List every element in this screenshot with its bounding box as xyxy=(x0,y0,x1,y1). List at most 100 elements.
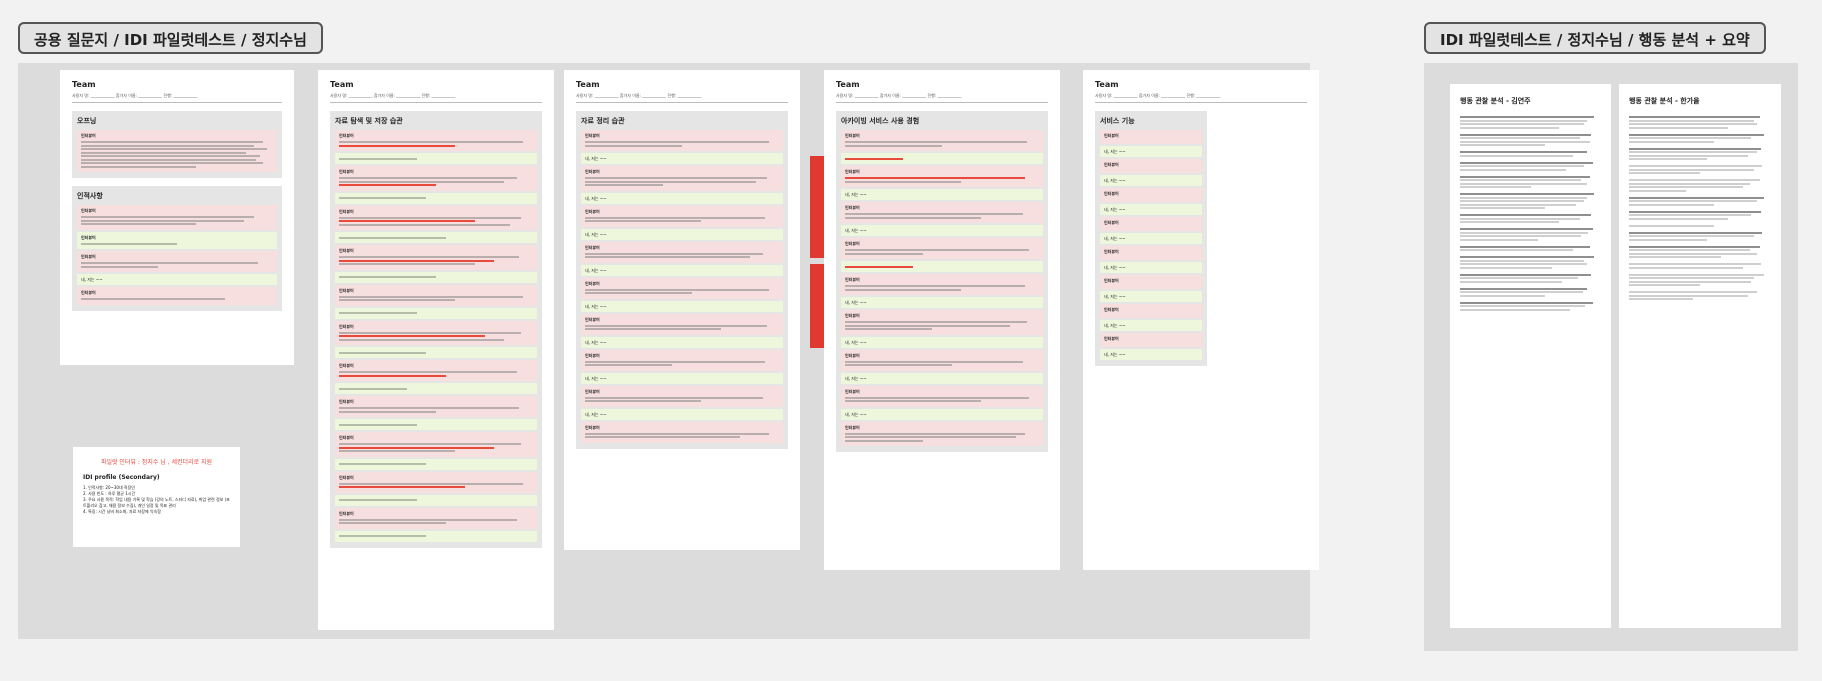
section-title: 인적사항 xyxy=(77,192,103,200)
interviewer-label: 인터뷰어 xyxy=(845,352,860,358)
answer-text: 네, 저는 ~~ xyxy=(585,339,607,345)
analysis-page-han: 행동 관찰 분석 - 한가을 xyxy=(1619,84,1781,628)
answer-text: 네, 저는 ~~ xyxy=(845,300,867,305)
section-title: 오프닝 xyxy=(77,117,97,125)
answer-block: 인터뷰어 xyxy=(77,231,277,249)
interviewer-label: 인터뷰어 xyxy=(585,424,600,430)
interviewer-label: 인터뷰어 xyxy=(81,133,96,138)
interviewer-label: 인터뷰어 xyxy=(339,323,354,329)
meta-line: 사용자 명: ____________ 참가자 이름: ____________… xyxy=(1095,93,1307,103)
interviewer-label: 인터뷰어 xyxy=(339,208,354,214)
section-title: 자료 탐색 및 저장 습관 xyxy=(335,117,403,125)
interviewer-label: 인터뷰어 xyxy=(339,133,354,138)
answer-text: 네, 저는 ~~ xyxy=(585,195,607,201)
header-left: 공용 질문지 / IDI 파일럿테스트 / 정지수님 xyxy=(18,22,323,54)
section-profile: 인적사항 인터뷰어 인터뷰어 인터뷰어 네, 저는 ~~ 인터뷰어 xyxy=(72,186,282,311)
interviewer-label: 인터뷰어 xyxy=(339,399,354,404)
answer-text: 네, 저는 ~~ xyxy=(1104,207,1126,212)
interviewer-label: 인터뷰어 xyxy=(845,388,860,394)
team-label: Team xyxy=(330,80,354,89)
interviewer-label: 인터뷰어 xyxy=(845,313,860,318)
answer-text: 네, 저는 ~~ xyxy=(585,303,607,309)
interviewer-label: 인터뷰어 xyxy=(585,352,600,358)
interviewer-label: 인터뷰어 xyxy=(1104,336,1119,341)
interviewer-label: 인터뷰어 xyxy=(81,208,96,213)
answer-text: 네, 저는 ~~ xyxy=(845,228,867,233)
header-right: IDI 파일럿테스트 / 정지수님 / 행동 분석 + 요약 xyxy=(1424,22,1766,54)
page-service-features: Team 사용자 명: ____________ 참가자 이름: _______… xyxy=(1083,70,1319,570)
interviewer-label: 인터뷰어 xyxy=(585,316,600,322)
interviewer-label: 인터뷰어 xyxy=(339,435,354,440)
interviewer-label: 인터뷰어 xyxy=(339,287,354,293)
answer-text: 네, 저는 ~~ xyxy=(1104,294,1126,299)
interviewer-label: 인터뷰어 xyxy=(585,133,600,138)
team-label: Team xyxy=(576,80,600,89)
page-archiving-experience: Team 사용자 명: ____________ 참가자 이름: _______… xyxy=(810,70,1060,570)
answer-text: 네, 저는 ~~ xyxy=(845,192,867,197)
answer-text: 네, 저는 ~~ xyxy=(845,375,867,381)
answer-block: 네, 저는 ~~ xyxy=(77,274,277,285)
answer-text: 네, 저는 ~~ xyxy=(1104,178,1126,183)
interviewer-label: 인터뷰어 xyxy=(585,280,600,286)
interviewer-label: 인터뷰어 xyxy=(845,424,860,430)
profile-item: 3. 주요 사용 목적: 학업 내용 기록 및 학습 (강의 노트, 스터디 자… xyxy=(83,497,230,508)
interviewer-label: 인터뷰어 xyxy=(585,169,600,174)
meta-line: 사용자 명: ____________ 참가자 이름: ____________… xyxy=(330,93,542,103)
profile-title: 파일럿 인터뷰 : 정지수 님 , 세컨더리로 지원 xyxy=(100,459,213,466)
answer-text: 네, 저는 ~~ xyxy=(81,277,103,282)
interviewer-label: 인터뷰어 xyxy=(845,205,860,210)
interviewer-label: 인터뷰어 xyxy=(585,388,600,394)
interviewer-label: 인터뷰어 xyxy=(845,133,860,138)
interviewer-label: 인터뷰어 xyxy=(81,254,96,259)
interviewer-label: 인터뷰어 xyxy=(845,241,860,246)
interviewer-label: 인터뷰어 xyxy=(81,234,96,240)
interviewer-label: 인터뷰어 xyxy=(1104,307,1119,312)
question-block: 인터뷰어 xyxy=(77,251,277,272)
answer-text: 네, 저는 ~~ xyxy=(1104,265,1126,270)
profile-subtitle: IDI profile (Secondary) xyxy=(83,474,160,481)
answer-text: 네, 저는 ~~ xyxy=(585,375,607,381)
section-search-habits: 자료 탐색 및 저장 습관 인터뷰어 인터뷰어 인터뷰어 인터뷰어 인터뷰어 인… xyxy=(330,111,542,548)
interviewer-label: 인터뷰어 xyxy=(1104,191,1119,196)
question-block: 인터뷰어 xyxy=(77,130,277,172)
question-block: 인터뷰어 xyxy=(77,287,277,305)
interviewer-label: 인터뷰어 xyxy=(339,363,354,368)
interviewer-label: 인터뷰어 xyxy=(1104,249,1119,254)
page-organizing-habits: Team 사용자 명: ____________ 참가자 이름: _______… xyxy=(564,70,800,550)
team-label: Team xyxy=(836,80,860,89)
section-title: 자료 정리 습관 xyxy=(581,117,625,125)
team-label: Team xyxy=(1095,80,1119,89)
section-title: 서비스 기능 xyxy=(1100,117,1135,125)
interviewer-label: 인터뷰어 xyxy=(845,277,860,282)
analysis-page-kim: 행동 관찰 분석 - 김연주 xyxy=(1450,84,1611,628)
answer-text: 네, 저는 ~~ xyxy=(585,267,607,273)
answer-text: 네, 저는 ~~ xyxy=(845,411,867,417)
interviewer-label: 인터뷰어 xyxy=(81,290,96,295)
answer-text: 네, 저는 ~~ xyxy=(1104,352,1126,357)
answer-text: 네, 저는 ~~ xyxy=(585,156,607,161)
recheck-tab xyxy=(810,156,824,258)
interviewer-label: 인터뷰어 xyxy=(339,474,354,480)
answer-text: 네, 저는 ~~ xyxy=(585,411,607,417)
section-archiving-experience: 아카이빙 서비스 사용 경험 인터뷰어 인터뷰어 네, 저는 ~~ 인터뷰어 네… xyxy=(836,111,1048,452)
meta-line: 사용자 명: ____________ 참가자 이름: ____________… xyxy=(576,93,788,103)
page-search-habits: Team 사용자 명: ____________ 참가자 이름: _______… xyxy=(318,70,554,630)
profile-item: 4. 특징: 시간 낭비 최소화, 자료 저장에 익숙함 xyxy=(83,509,161,514)
section-opening: 오프닝 인터뷰어 xyxy=(72,111,282,178)
team-label: Team xyxy=(72,80,96,89)
section-service-features: 서비스 기능 인터뷰어 네, 저는 ~~ 인터뷰어 네, 저는 ~~ 인터뷰어 … xyxy=(1095,111,1207,366)
interviewer-label: 인터뷰어 xyxy=(1104,133,1119,138)
answer-text: 네, 저는 ~~ xyxy=(1104,236,1126,241)
meta-line: 사용자 명: ____________ 참가자 이름: ____________… xyxy=(72,93,282,103)
answer-text: 네, 저는 ~~ xyxy=(845,339,867,345)
interviewer-label: 인터뷰어 xyxy=(585,244,600,250)
answer-text: 네, 저는 ~~ xyxy=(1104,149,1126,154)
answer-text: 네, 저는 ~~ xyxy=(585,231,607,237)
analysis-title: 행동 관찰 분석 - 김연주 xyxy=(1460,97,1531,105)
profile-card: 파일럿 인터뷰 : 정지수 님 , 세컨더리로 지원 IDI profile (… xyxy=(73,447,240,547)
interviewer-label: 인터뷰어 xyxy=(1104,278,1119,283)
interviewer-label: 인터뷰어 xyxy=(845,169,860,174)
analysis-title: 행동 관찰 분석 - 한가을 xyxy=(1629,97,1700,105)
meta-line: 사용자 명: ____________ 참가자 이름: ____________… xyxy=(836,93,1048,103)
interviewer-label: 인터뷰어 xyxy=(339,510,354,516)
